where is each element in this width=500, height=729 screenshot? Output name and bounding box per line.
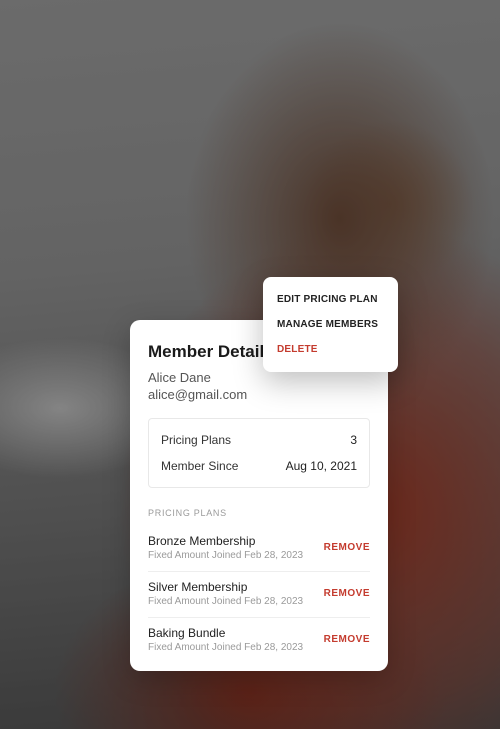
plan-meta: Fixed Amount Joined Feb 28, 2023: [148, 642, 303, 653]
plan-row: Silver Membership Fixed Amount Joined Fe…: [148, 572, 370, 618]
stats-value: 3: [350, 433, 357, 447]
plan-row: Bronze Membership Fixed Amount Joined Fe…: [148, 526, 370, 572]
stats-row-plans: Pricing Plans 3: [161, 429, 357, 451]
stats-label: Pricing Plans: [161, 433, 231, 447]
stats-box: Pricing Plans 3 Member Since Aug 10, 202…: [148, 418, 370, 488]
stats-value: Aug 10, 2021: [286, 459, 357, 473]
plan-meta: Fixed Amount Joined Feb 28, 2023: [148, 596, 303, 607]
remove-button[interactable]: REMOVE: [324, 634, 370, 645]
edit-pricing-plan-button[interactable]: EDIT PRICING PLAN: [263, 287, 398, 312]
manage-members-button[interactable]: MANAGE MEMBERS: [263, 312, 398, 337]
stats-label: Member Since: [161, 459, 238, 473]
context-menu: EDIT PRICING PLAN MANAGE MEMBERS DELETE: [263, 277, 398, 372]
member-details-card: Member Details Alice Dane alice@gmail.co…: [130, 320, 388, 671]
remove-button[interactable]: REMOVE: [324, 542, 370, 553]
plan-meta: Fixed Amount Joined Feb 28, 2023: [148, 550, 303, 561]
delete-button[interactable]: DELETE: [263, 337, 398, 362]
member-email: alice@gmail.com: [148, 387, 370, 402]
plan-row: Baking Bundle Fixed Amount Joined Feb 28…: [148, 618, 370, 663]
remove-button[interactable]: REMOVE: [324, 588, 370, 599]
pricing-plans-header: PRICING PLANS: [148, 508, 370, 518]
plan-name: Silver Membership: [148, 580, 303, 594]
plan-name: Bronze Membership: [148, 534, 303, 548]
member-name: Alice Dane: [148, 370, 370, 385]
stats-row-since: Member Since Aug 10, 2021: [161, 455, 357, 477]
plan-name: Baking Bundle: [148, 626, 303, 640]
